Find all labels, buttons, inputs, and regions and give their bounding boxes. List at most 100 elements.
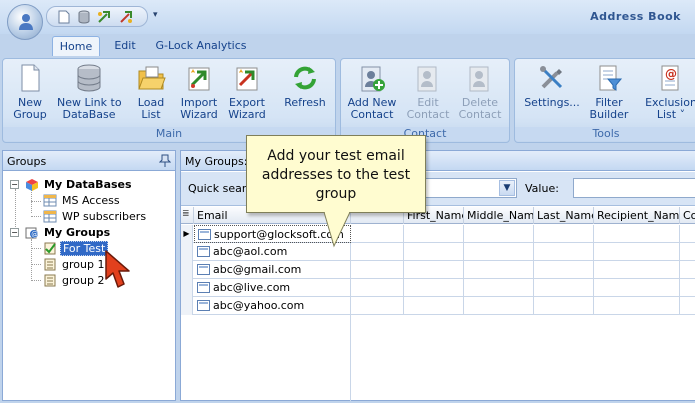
export-wizard-icon [236,67,258,91]
tree-node-ms-access[interactable]: MS Access [3,193,173,209]
checked-list-icon [44,242,56,255]
svg-text:@: @ [31,231,38,239]
pin-icon[interactable] [159,154,171,167]
ribbon-group-tools: Settings... Filter Builder @ Exclusion L… [514,58,695,143]
delete-contact-icon [469,66,489,92]
collapse-icon[interactable]: − [10,180,19,189]
add-new-contact-label-2: Contact [350,108,394,121]
groups-icon: @ [25,227,38,239]
email-cell[interactable]: abc@live.com [194,279,351,297]
groups-panel-title: Groups [7,155,47,168]
table-row[interactable]: ▶ support@glocksoft.com [181,225,695,243]
export-icon[interactable] [119,10,133,24]
tree-label-my-databases: My DataBases [44,178,132,191]
exclusion-list-label-2: List ˅ [656,108,686,121]
column-chooser-icon[interactable]: ≣ [181,207,194,224]
table-row[interactable]: abc@live.com [181,279,695,297]
chevron-down-icon[interactable]: ▼ [499,180,515,196]
email-cell[interactable]: abc@gmail.com [194,261,351,279]
column-header-recipient-name[interactable]: Recipient_Name [594,207,680,224]
add-new-contact-button[interactable]: Add New Contact [347,63,397,121]
contact-card-icon [197,246,210,257]
export-wizard-button[interactable]: Export Wizard [227,63,267,121]
load-list-label-2: List [141,108,161,121]
import-icon[interactable] [97,10,111,24]
new-group-label-2: Group [13,108,47,121]
tab-home[interactable]: Home [52,36,100,57]
table-row[interactable]: abc@yahoo.com [181,297,695,315]
ribbon-group-contact: Add New Contact Edit Contact Delete Cont… [340,58,510,143]
tree-node-wp-subscribers[interactable]: WP subscribers [3,209,173,225]
table-row[interactable]: abc@aol.com [181,243,695,261]
email-value: abc@aol.com [213,245,288,258]
column-header-last-name[interactable]: Last_Name [534,207,594,224]
tree-label-for-test: For Test [60,241,109,256]
delete-contact-label-2: Contact [458,108,502,121]
tree-node-my-groups[interactable]: − @ My Groups [3,225,173,241]
edit-contact-button[interactable]: Edit Contact [405,63,451,121]
address-book-icon [19,14,33,30]
column-header-middle-name[interactable]: Middle_Name [464,207,534,224]
tree-node-my-databases[interactable]: − My DataBases [3,177,173,193]
quick-access-toolbar [46,6,148,27]
group-label-tools: Tools [515,127,695,141]
window-title: Address Book [590,10,681,23]
new-group-button[interactable]: New Group [9,63,51,121]
application-menu-button[interactable] [7,4,43,40]
filter-builder-icon [599,65,623,91]
tree-label-wp-subscribers: WP subscribers [62,210,147,223]
filter-builder-button[interactable]: Filter Builder [587,63,631,121]
email-value: abc@gmail.com [213,263,302,276]
tree-label-group-2: group 2 [62,274,105,287]
tree-label-my-groups: My Groups [44,226,111,239]
databases-icon [26,179,38,191]
value-input[interactable] [573,178,695,198]
database-icon [77,64,101,92]
new-link-label-2: DataBase [62,108,116,121]
contact-card-icon [197,300,210,311]
email-cell[interactable]: abc@yahoo.com [194,297,351,315]
callout-pointer [323,212,351,248]
edit-contact-label-2: Contact [406,108,450,121]
tree-node-group-1[interactable]: group 1 [3,257,173,273]
exclusion-list-button[interactable]: @ Exclusion List ˅ [645,63,695,121]
contact-card-icon [197,282,210,293]
tree-node-group-2[interactable]: group 2 [3,273,173,289]
exclusion-list-icon: @ [661,65,679,91]
import-wizard-icon [188,67,210,91]
filter-builder-label-2: Builder [589,108,629,121]
refresh-label: Refresh [284,96,326,109]
value-label: Value: [525,182,559,195]
groups-panel: Groups − My DataBases MS Access WP subsc… [2,150,176,401]
contact-card-icon [197,264,210,275]
email-value: abc@live.com [213,281,291,294]
tree-node-for-test[interactable]: For Test [3,241,173,257]
new-icon[interactable] [57,10,71,24]
add-contact-icon [361,66,385,92]
new-link-to-database-button[interactable]: New Link to DataBase [57,63,122,121]
tab-g-lock-analytics[interactable]: G-Lock Analytics [152,36,250,57]
import-wizard-button[interactable]: Import Wizard [179,63,219,121]
tab-edit[interactable]: Edit [106,36,144,57]
quick-search-field-select[interactable]: ▼ [424,178,517,198]
groups-panel-header: Groups [3,151,175,171]
qat-customize-icon[interactable]: ▾ [153,10,158,20]
settings-button[interactable]: Settings... [523,63,581,109]
column-header-company[interactable]: Co [680,207,695,224]
new-document-icon [21,64,40,92]
ribbon-group-main: New Group New Link to DataBase Load List… [2,58,336,143]
tip-callout: Add your test email addresses to the tes… [246,135,426,213]
refresh-button[interactable]: Refresh [281,63,329,109]
title-bar: ▾ Address Book [0,0,695,34]
database-icon[interactable] [77,10,91,24]
ribbon: New Group New Link to DataBase Load List… [0,56,695,146]
table-icon [43,194,57,207]
tree-label-ms-access: MS Access [62,194,120,207]
import-wizard-label-2: Wizard [180,108,218,121]
load-list-button[interactable]: Load List [133,63,169,121]
export-wizard-label-2: Wizard [228,108,266,121]
collapse-icon[interactable]: − [10,228,19,237]
delete-contact-button[interactable]: Delete Contact [457,63,503,121]
refresh-icon [294,66,316,90]
table-row[interactable]: abc@gmail.com [181,261,695,279]
